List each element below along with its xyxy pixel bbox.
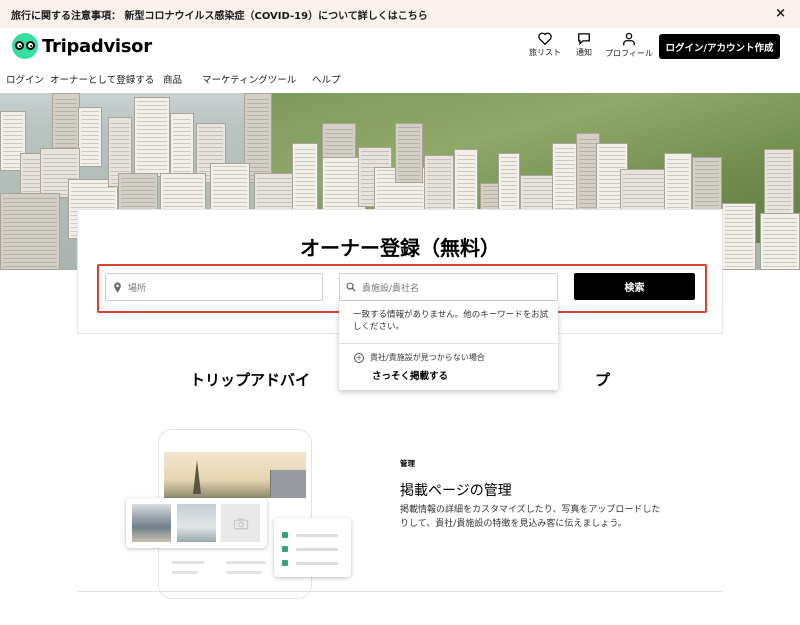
login-signup-button[interactable]: ログイン/アカウント作成 <box>659 34 780 59</box>
placeholder-line <box>172 571 198 574</box>
banner-text[interactable]: 旅行に関する注意事項： 新型コロナウイルス感染症（COVID-19）について詳し… <box>11 7 428 22</box>
location-placeholder: 場所 <box>128 283 147 294</box>
placeholder-line <box>226 561 266 564</box>
thumbnail-dining <box>132 504 171 542</box>
hero-building <box>78 107 102 167</box>
person-icon <box>623 32 635 46</box>
search-button[interactable]: 検索 <box>574 273 695 300</box>
location-input[interactable]: 場所 <box>105 273 323 301</box>
placeholder-line <box>226 571 262 574</box>
camera-icon <box>233 517 248 529</box>
search-icon <box>340 282 362 292</box>
logo-text: Tripadvisor <box>42 35 152 57</box>
section-divider <box>77 591 723 592</box>
eiffel-tower-illustration <box>193 460 201 494</box>
profile-button[interactable]: プロフィール <box>601 32 657 59</box>
plus-circle-icon: + <box>354 352 364 363</box>
spa-icon <box>282 560 288 566</box>
notifications-label: 通知 <box>576 48 592 57</box>
owner-signup-title: オーナー登録（無料） <box>300 236 500 260</box>
thumbnail-room <box>177 504 216 542</box>
building-illustration <box>270 470 306 498</box>
coffee-icon <box>282 546 288 552</box>
search-suggestions-dropdown: 一致する情報がありません。他のキーワードをお試しください。 + 貴社/貴施設が見… <box>339 301 558 390</box>
list-business-link[interactable]: さっそく掲載する <box>372 368 448 382</box>
amenity-row <box>282 560 338 566</box>
placeholder-line <box>172 561 204 564</box>
chat-bubble-icon <box>578 33 590 45</box>
wishlist-label: 旅リスト <box>529 48 561 57</box>
not-found-text: 貴社/貴施設が見つからない場合 <box>370 353 485 362</box>
page: 旅行に関する注意事項： 新型コロナウイルス感染症（COVID-19）について詳し… <box>0 0 800 625</box>
hero-building <box>498 153 520 213</box>
feature-tag: 管理 <box>400 459 415 468</box>
nav-item-login[interactable]: ログイン <box>6 72 44 86</box>
thumbnail-placeholder <box>221 504 260 542</box>
close-icon[interactable]: × <box>775 7 786 21</box>
owl-logo-icon <box>12 33 38 59</box>
hero-building <box>292 143 318 213</box>
hero-building <box>395 123 423 183</box>
covid-advisory-banner[interactable]: 旅行に関する注意事項： 新型コロナウイルス感染症（COVID-19）について詳し… <box>0 0 800 28</box>
hero-building <box>134 97 170 177</box>
business-name-input[interactable]: 貴施設/貴社名 <box>339 273 558 301</box>
amenity-row <box>282 532 338 538</box>
restaurant-icon <box>282 532 288 538</box>
map-pin-icon <box>106 281 128 293</box>
business-placeholder: 貴施設/貴社名 <box>362 283 420 294</box>
nav-item-products[interactable]: 商品 <box>163 72 182 86</box>
no-results-message: 一致する情報がありません。他のキーワードをお試しください。 <box>353 310 549 332</box>
owner-nav: ログイン オーナーとして登録する 商品 マーケティングツール ヘルプ <box>0 70 800 88</box>
heart-icon <box>538 32 552 45</box>
dropdown-divider <box>339 343 558 344</box>
profile-label: プロフィール <box>605 49 653 58</box>
not-found-prompt: + 貴社/貴施設が見つからない場合 <box>354 352 485 363</box>
feature-description: 掲載情報の詳細をカスタマイズしたり、写真をアップロードしたりして、貴社/貴施設の… <box>400 505 661 529</box>
feature-title: 掲載ページの管理 <box>400 483 512 499</box>
amenity-row <box>282 546 338 552</box>
nav-item-help[interactable]: ヘルプ <box>312 72 341 86</box>
site-header: Tripadvisor 旅リスト 通知 プロフィール ログイン/アカウント作成 <box>0 28 800 66</box>
nav-item-register-owner[interactable]: オーナーとして登録する <box>50 72 154 86</box>
tripadvisor-logo[interactable]: Tripadvisor <box>12 33 152 59</box>
nav-item-marketing-tools[interactable]: マーケティングツール <box>202 72 296 86</box>
